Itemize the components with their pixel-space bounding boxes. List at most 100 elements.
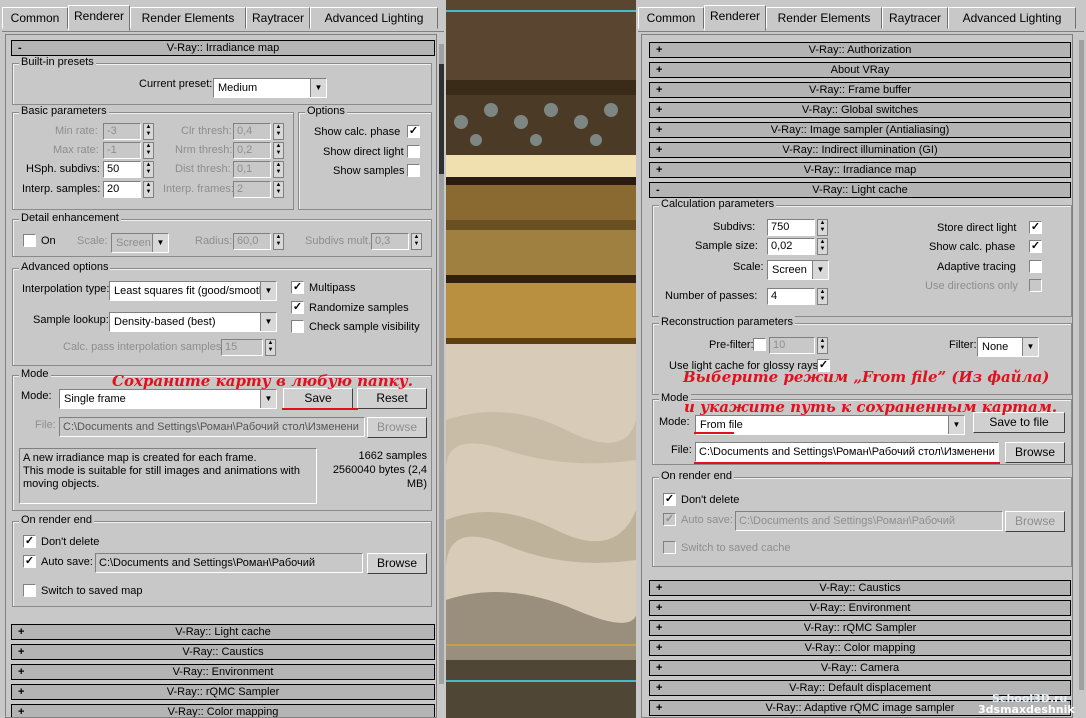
rqmc-sampler-rollout[interactable]: + V-Ray:: rQMC Sampler — [649, 620, 1071, 636]
tab-render-elements[interactable]: Render Elements — [766, 7, 882, 29]
spinner-arrows-icon[interactable]: ▲ ▼ — [273, 123, 284, 140]
interp-frames-spinner[interactable]: 2 — [233, 181, 271, 198]
detail-scale-dropdown[interactable]: Screen ▼ — [111, 233, 169, 253]
tab-common[interactable]: Common — [638, 7, 704, 29]
dont-delete-checkbox[interactable]: ✓ — [23, 535, 36, 548]
color-mapping-rollout[interactable]: + V-Ray:: Color mapping — [649, 640, 1071, 656]
adaptive-tracing-checkbox[interactable] — [1029, 260, 1042, 273]
spinner-arrows-icon[interactable]: ▲ ▼ — [143, 161, 154, 178]
light-cache-rollout-header[interactable]: - V-Ray:: Light cache — [649, 182, 1071, 198]
use-directions-only-checkbox[interactable] — [1029, 279, 1042, 292]
tab-common[interactable]: Common — [2, 7, 68, 29]
mode-dropdown[interactable]: Single frame ▼ — [59, 389, 277, 409]
browse-button[interactable]: Browse — [1005, 442, 1065, 463]
subdivs-mult-spinner[interactable]: 0,3 — [371, 233, 409, 250]
tab-advanced-lighting[interactable]: Advanced Lighting — [310, 7, 438, 29]
store-direct-light-checkbox[interactable]: ✓ — [1029, 221, 1042, 234]
light-cache-rollout[interactable]: + V-Ray:: Light cache — [11, 624, 435, 640]
irradiance-map-rollout[interactable]: + V-Ray:: Irradiance map — [649, 162, 1071, 178]
spinner-arrows-icon[interactable]: ▲ ▼ — [273, 181, 284, 198]
spinner-arrows-icon[interactable]: ▲ ▼ — [143, 142, 154, 159]
spinner-arrows-icon[interactable]: ▲ ▼ — [273, 142, 284, 159]
spinner-arrows-icon[interactable]: ▲ ▼ — [273, 233, 284, 250]
auto-save-path-field[interactable]: C:\Documents and Settings\Роман\Рабочий — [95, 553, 363, 573]
switch-to-saved-cache-checkbox[interactable] — [663, 541, 676, 554]
tab-raytracer[interactable]: Raytracer — [882, 7, 948, 29]
browse-button[interactable]: Browse — [1005, 511, 1065, 532]
detail-on-checkbox[interactable] — [23, 234, 36, 247]
spinner-arrows-icon[interactable]: ▲ ▼ — [817, 219, 828, 236]
multipass-checkbox[interactable]: ✓ — [291, 281, 304, 294]
spinner-arrows-icon[interactable]: ▲ ▼ — [273, 161, 284, 178]
tab-renderer[interactable]: Renderer — [68, 5, 130, 31]
auto-save-checkbox[interactable]: ✓ — [663, 513, 676, 526]
dont-delete-checkbox[interactable]: ✓ — [663, 493, 676, 506]
save-button[interactable]: Save — [283, 388, 353, 409]
show-calc-phase-checkbox[interactable]: ✓ — [1029, 240, 1042, 253]
reset-button[interactable]: Reset — [357, 388, 427, 409]
auto-save-checkbox[interactable]: ✓ — [23, 555, 36, 568]
caustics-rollout[interactable]: + V-Ray:: Caustics — [11, 644, 435, 660]
filter-dropdown[interactable]: None ▼ — [977, 337, 1039, 357]
auto-save-path-field[interactable]: C:\Documents and Settings\Роман\Рабочий — [735, 511, 1003, 531]
tab-advanced-lighting[interactable]: Advanced Lighting — [948, 7, 1076, 29]
pre-filter-spinner[interactable]: 10 — [769, 337, 815, 354]
subdivs-spinner[interactable]: 750 — [767, 219, 815, 236]
indirect-illumination-rollout[interactable]: + V-Ray:: Indirect illumination (GI) — [649, 142, 1071, 158]
environment-rollout[interactable]: + V-Ray:: Environment — [649, 600, 1071, 616]
show-direct-light-checkbox[interactable] — [407, 145, 420, 158]
mode-annotation-line-2: и укажите путь к сохраненным картам. — [684, 398, 1058, 416]
clr-thresh-spinner[interactable]: 0,4 — [233, 123, 271, 140]
interpolation-type-dropdown[interactable]: Least squares fit (good/smooth ▼ — [109, 281, 277, 301]
max-rate-spinner[interactable]: -1 — [103, 142, 141, 159]
dist-thresh-spinner[interactable]: 0,1 — [233, 161, 271, 178]
tab-raytracer[interactable]: Raytracer — [246, 7, 310, 29]
right-scrollbar[interactable] — [1079, 40, 1084, 690]
hsph-subdivs-spinner[interactable]: 50 — [103, 161, 141, 178]
image-sampler-rollout[interactable]: + V-Ray:: Image sampler (Antialiasing) — [649, 122, 1071, 138]
authorization-rollout[interactable]: + V-Ray:: Authorization — [649, 42, 1071, 58]
frame-buffer-rollout[interactable]: + V-Ray:: Frame buffer — [649, 82, 1071, 98]
sample-size-spinner[interactable]: 0,02 — [767, 238, 815, 255]
scale-dropdown[interactable]: Screen ▼ — [767, 260, 829, 280]
show-samples-checkbox[interactable] — [407, 164, 420, 177]
mode-dropdown[interactable]: From file ▼ — [695, 415, 965, 435]
tab-renderer[interactable]: Renderer — [704, 5, 766, 31]
min-rate-spinner[interactable]: -3 — [103, 123, 141, 140]
spinner-arrows-icon[interactable]: ▲ ▼ — [265, 339, 276, 356]
irradiance-map-rollout-header[interactable]: - V-Ray:: Irradiance map — [11, 40, 435, 56]
pre-filter-checkbox[interactable] — [753, 338, 766, 351]
interp-samples-spinner[interactable]: 20 — [103, 181, 141, 198]
spinner-arrows-icon[interactable]: ▲ ▼ — [143, 181, 154, 198]
current-preset-dropdown[interactable]: Medium ▼ — [213, 78, 327, 98]
spinner-arrows-icon[interactable]: ▲ ▼ — [817, 337, 828, 354]
scrollbar-thumb[interactable] — [439, 64, 444, 174]
file-path-field[interactable]: C:\Documents and Settings\Роман\Рабочий … — [695, 442, 999, 462]
environment-rollout[interactable]: + V-Ray:: Environment — [11, 664, 435, 680]
nrm-thresh-spinner[interactable]: 0,2 — [233, 142, 271, 159]
fabric-render-image — [446, 0, 636, 718]
rqmc-sampler-rollout[interactable]: + V-Ray:: rQMC Sampler — [11, 684, 435, 700]
browse-button[interactable]: Browse — [367, 553, 427, 574]
about-vray-rollout[interactable]: + About VRay — [649, 62, 1071, 78]
show-calc-phase-checkbox[interactable]: ✓ — [407, 125, 420, 138]
browse-button[interactable]: Browse — [367, 417, 427, 438]
randomize-samples-checkbox[interactable]: ✓ — [291, 301, 304, 314]
spinner-arrows-icon[interactable]: ▲ ▼ — [817, 238, 828, 255]
camera-rollout[interactable]: + V-Ray:: Camera — [649, 660, 1071, 676]
spinner-arrows-icon[interactable]: ▲ ▼ — [143, 123, 154, 140]
file-path-field[interactable]: C:\Documents and Settings\Роман\Рабочий … — [59, 417, 365, 437]
switch-to-saved-map-checkbox[interactable] — [23, 584, 36, 597]
left-scrollbar[interactable] — [439, 44, 444, 684]
color-mapping-rollout[interactable]: + V-Ray:: Color mapping — [11, 704, 435, 717]
caustics-rollout[interactable]: + V-Ray:: Caustics — [649, 580, 1071, 596]
calc-pass-interp-spinner[interactable]: 15 — [221, 339, 263, 356]
radius-spinner[interactable]: 60,0 — [233, 233, 271, 250]
spinner-arrows-icon[interactable]: ▲ ▼ — [411, 233, 422, 250]
spinner-arrows-icon[interactable]: ▲ ▼ — [817, 288, 828, 305]
sample-lookup-dropdown[interactable]: Density-based (best) ▼ — [109, 312, 277, 332]
global-switches-rollout[interactable]: + V-Ray:: Global switches — [649, 102, 1071, 118]
number-of-passes-spinner[interactable]: 4 — [767, 288, 815, 305]
tab-render-elements[interactable]: Render Elements — [130, 7, 246, 29]
check-sample-visibility-checkbox[interactable] — [291, 320, 304, 333]
